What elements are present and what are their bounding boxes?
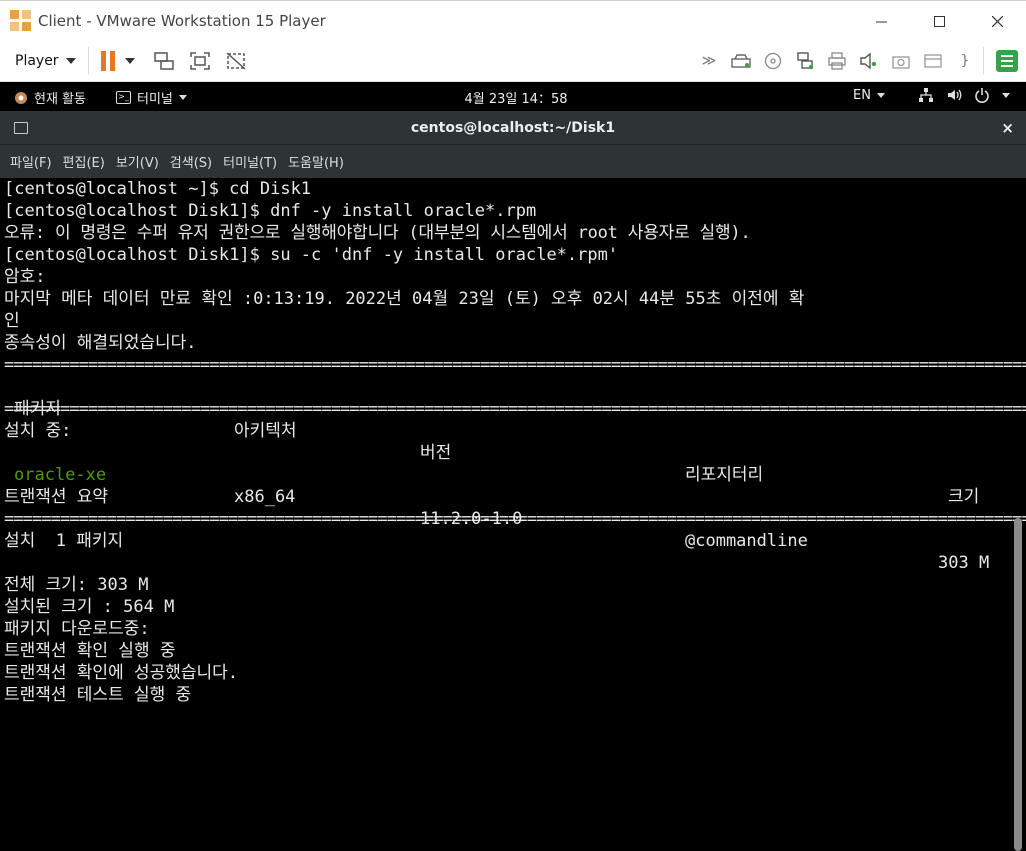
terminal-line: [centos@localhost Disk1]$ dnf -y install… <box>4 201 537 221</box>
pause-icon[interactable] <box>100 50 115 71</box>
separator-line: ========================================… <box>4 509 1026 529</box>
installing-label: 설치 중: <box>4 421 72 441</box>
header-repo: 리포지터리 <box>685 465 764 485</box>
separator-line: ========================================… <box>4 399 1026 419</box>
terminal-line: 트랜잭션 확인 실행 중 <box>4 641 176 661</box>
printer-icon[interactable] <box>826 51 848 71</box>
toolbar-divider <box>87 46 89 75</box>
toolbar-divider <box>983 47 984 75</box>
brace-icon[interactable]: } <box>954 51 976 71</box>
network-icon[interactable] <box>794 51 816 71</box>
send-ctrl-alt-del-icon[interactable] <box>153 51 175 71</box>
sound-icon[interactable] <box>858 51 880 71</box>
language-label: EN <box>853 88 871 103</box>
chevron-down-icon <box>876 93 885 98</box>
removable-icon[interactable] <box>922 51 944 71</box>
terminal-output[interactable]: [centos@localhost ~]$ cd Disk1 [centos@l… <box>0 178 1026 851</box>
system-menu[interactable] <box>918 87 1010 103</box>
menu-search[interactable]: 검색(S) <box>170 152 212 171</box>
player-menu-button[interactable]: Player <box>15 53 76 69</box>
terminal-line: 전체 크기: 303 M <box>4 575 149 595</box>
forward-icon[interactable]: ≫ <box>698 51 720 71</box>
gnome-top-bar: 현재 활동 >_ 터미널 4월 23일 14：58 EN <box>0 82 1026 111</box>
window-title: Client - VMware Workstation 15 Player <box>38 11 326 30</box>
camera-icon[interactable] <box>890 51 912 71</box>
terminal-line: 종속성이 해결되었습니다. <box>4 333 197 353</box>
cd-icon[interactable] <box>762 51 784 71</box>
header-arch: 아키텍처 <box>234 421 297 441</box>
terminal-scrollbar[interactable] <box>1014 518 1022 851</box>
power-icon <box>975 88 989 103</box>
terminal-line: 트랜잭션 확인에 성공했습니다. <box>4 663 239 683</box>
header-size: 크기 <box>948 487 980 507</box>
terminal-line: [centos@localhost ~]$ cd Disk1 <box>4 179 312 199</box>
table-header: 패키지 아키텍처 버전 리포지터리 크기 <box>4 376 1014 507</box>
input-language-menu[interactable]: EN <box>853 88 885 103</box>
terminal-line: 마지막 메타 데이터 만료 확인 :0:13:19. 2022년 04월 23일… <box>4 289 805 309</box>
menu-file[interactable]: 파일(F) <box>10 152 52 171</box>
table-row: oracle-xe x86_64 11.2.0-1.0 @commandline… <box>4 442 1014 573</box>
window-controls <box>852 1 1026 41</box>
menu-terminal[interactable]: 터미널(T) <box>223 152 277 171</box>
chevron-down-icon[interactable] <box>124 57 135 64</box>
message-log-icon[interactable] <box>996 50 1018 72</box>
terminal-line: 인 <box>4 311 20 331</box>
vmware-logo-icon <box>10 9 32 32</box>
terminal-header: centos@localhost:~/Disk1 × <box>0 111 1026 145</box>
terminal-line: 설치된 크기 : 564 M <box>4 597 175 617</box>
maximize-button[interactable] <box>910 1 968 41</box>
vmware-toolbar: Player ≫ } <box>0 40 1026 82</box>
terminal-line: 오류: 이 명령은 수퍼 유저 권한으로 실행해야합니다 (대부분의 시스템에서… <box>4 223 751 243</box>
player-menu-label: Player <box>15 52 59 69</box>
menu-edit[interactable]: 편집(E) <box>63 152 105 171</box>
terminal-line: 패키지 다운로드중: <box>4 619 150 639</box>
unity-icon[interactable] <box>225 51 247 71</box>
summary-title: 트랜잭션 요약 <box>4 487 109 507</box>
terminal-line: 암호: <box>4 267 46 287</box>
hard-disk-icon[interactable] <box>730 51 752 71</box>
device-icons: ≫ } <box>693 40 1026 82</box>
separator-line: ========================================… <box>4 355 1026 375</box>
summary-install: 설치 1 패키지 <box>4 531 124 551</box>
menu-view[interactable]: 보기(V) <box>116 152 159 171</box>
vmware-titlebar: Client - VMware Workstation 15 Player <box>0 0 1026 40</box>
chevron-down-icon <box>1002 92 1010 98</box>
package-repo: @commandline <box>685 531 808 551</box>
network-wired-icon <box>919 88 933 102</box>
terminal-line: 트랜잭션 테스트 실행 중 <box>4 685 192 705</box>
menu-help[interactable]: 도움말(H) <box>288 152 344 171</box>
package-name: oracle-xe <box>14 465 107 485</box>
close-button[interactable] <box>968 1 1026 41</box>
fullscreen-icon[interactable] <box>189 51 211 71</box>
chevron-down-icon <box>65 57 76 64</box>
terminal-close-button[interactable]: × <box>1001 119 1014 137</box>
terminal-title: centos@localhost:~/Disk1 <box>410 120 616 136</box>
package-arch: x86_64 <box>234 487 296 507</box>
volume-icon <box>948 89 962 101</box>
terminal-menubar: 파일(F) 편집(E) 보기(V) 검색(S) 터미널(T) 도움말(H) <box>0 145 1026 178</box>
minimize-button[interactable] <box>852 1 910 41</box>
package-size: 303 M <box>938 553 990 573</box>
terminal-line: [centos@localhost Disk1]$ su -c 'dnf -y … <box>4 245 619 265</box>
